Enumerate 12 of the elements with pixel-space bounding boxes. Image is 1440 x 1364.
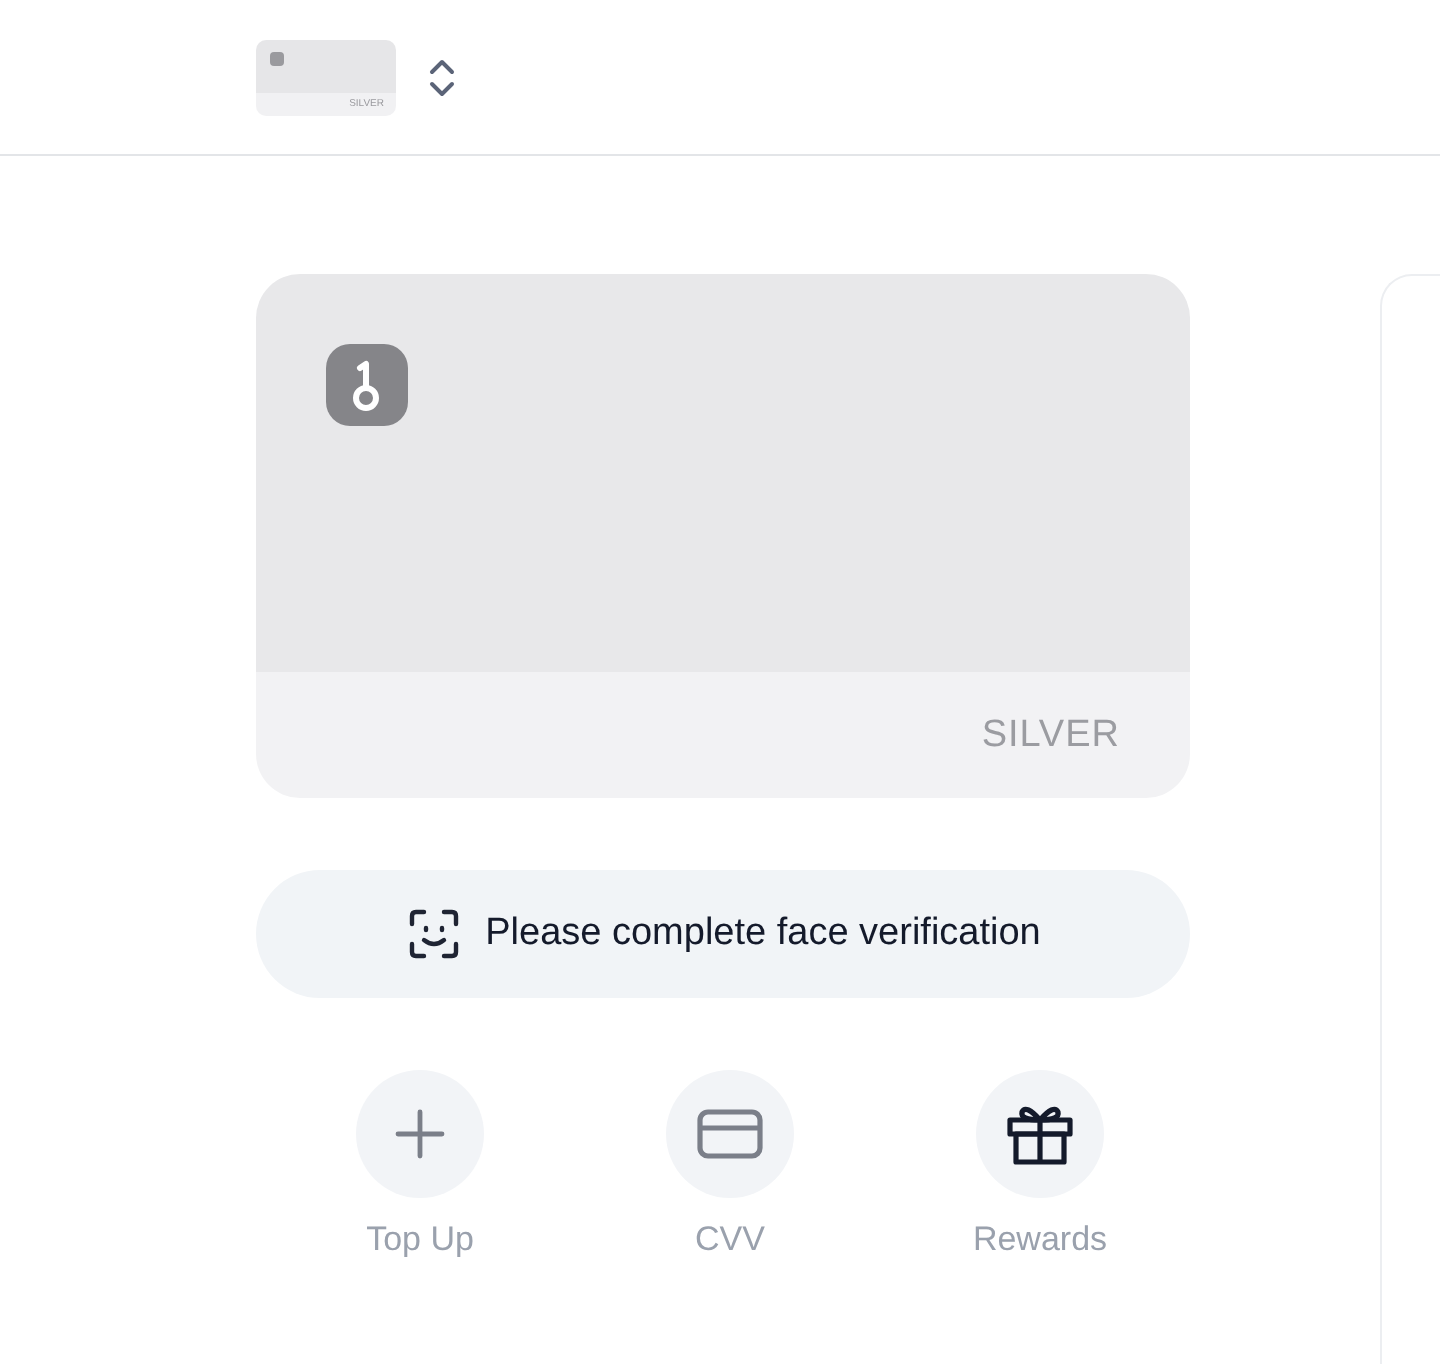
card-tier-label: SILVER — [981, 713, 1120, 757]
plus-icon — [394, 1108, 446, 1160]
gift-icon — [1006, 1102, 1074, 1166]
action-label: Rewards — [972, 1220, 1108, 1260]
card-icon — [696, 1108, 764, 1160]
action-label: CVV — [695, 1220, 765, 1260]
key-icon — [326, 344, 408, 426]
face-verification-button[interactable]: Please complete face verification — [256, 870, 1190, 998]
up-down-chevron-icon[interactable] — [428, 57, 456, 97]
action-label: Top Up — [366, 1220, 474, 1260]
chip-icon — [270, 51, 284, 65]
face-scan-icon — [405, 906, 462, 962]
